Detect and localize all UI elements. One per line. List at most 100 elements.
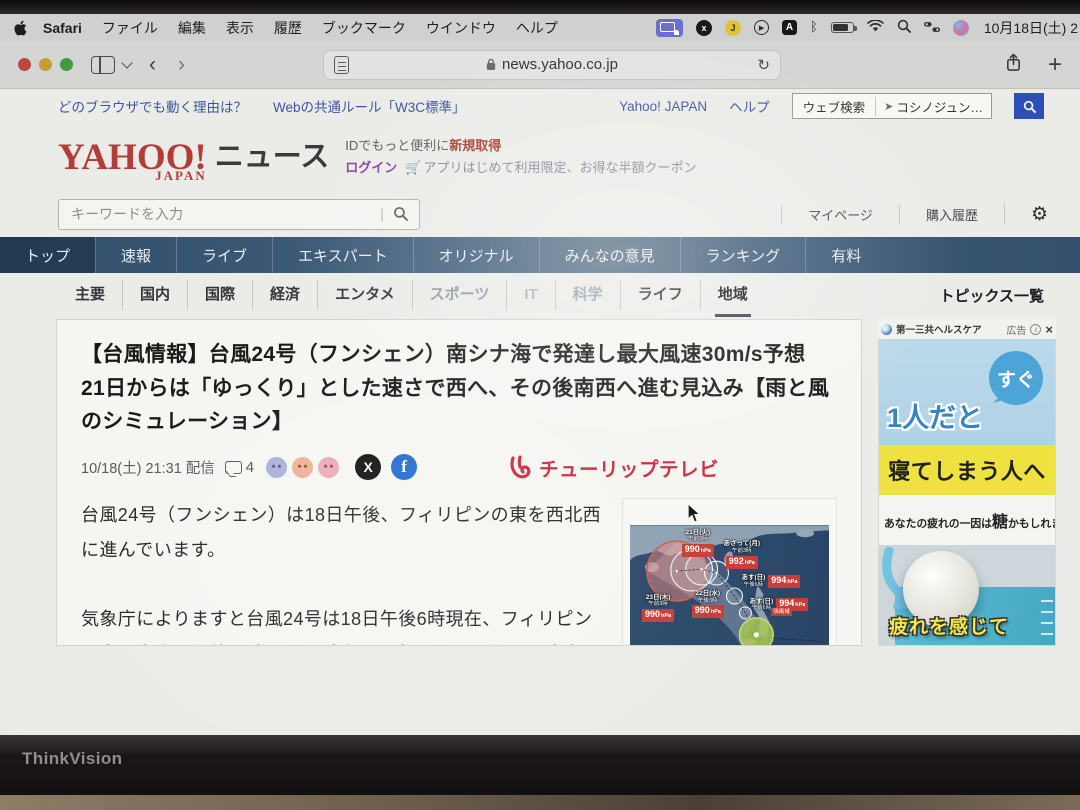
a-app-icon[interactable]: A xyxy=(782,20,797,35)
screen-mirroring-icon[interactable] xyxy=(656,19,683,37)
menu-item-bookmarks[interactable]: ブックマーク xyxy=(322,18,406,38)
category-science[interactable]: 科学 xyxy=(555,280,620,310)
control-center-icon[interactable] xyxy=(924,20,940,36)
new-tab-button[interactable]: + xyxy=(1048,51,1062,79)
j-app-icon[interactable]: J xyxy=(725,20,741,36)
typhoon-forecast-map: 21日(火)午前3時 990hPa あさって(月)午前3時 992hPa あす(… xyxy=(630,525,829,646)
menu-item-help[interactable]: ヘルプ xyxy=(516,18,558,38)
reload-icon[interactable]: ↻ xyxy=(757,56,770,74)
ad-speech-bubble: すぐ xyxy=(989,351,1043,405)
category-main[interactable]: 主要 xyxy=(58,280,122,310)
ad-headline-1: 1人だと xyxy=(887,396,983,435)
category-region[interactable]: 地域 xyxy=(700,280,765,310)
settings-gear-icon[interactable]: ⚙ xyxy=(1004,203,1056,225)
ad-sidebar: 第一三共ヘルスケア 広告 i × 1人だと すぐ 寝てしまう人へ あなたの疲れの… xyxy=(878,319,1056,646)
forward-button[interactable]: › xyxy=(178,53,185,77)
topics-list-link[interactable]: トピックス一覧 xyxy=(939,285,1044,306)
tab-paid[interactable]: 有料 xyxy=(805,237,886,273)
login-link[interactable]: ログイン xyxy=(345,160,397,175)
masthead: YAHOO! JAPAN ニュース IDでもっと便利に新規取得 ログイン🛒アプリ… xyxy=(0,123,1080,191)
url-text: news.yahoo.co.jp xyxy=(502,56,618,73)
mypage-link[interactable]: マイページ xyxy=(781,205,899,224)
menu-item-safari[interactable]: Safari xyxy=(43,20,82,36)
reaction-emoji-orange[interactable] xyxy=(292,457,313,478)
menu-item-window[interactable]: ウインドウ xyxy=(426,18,496,38)
mouse-cursor xyxy=(687,504,700,523)
trending-arrow-icon: ➤ xyxy=(884,100,893,113)
ad-close-icon[interactable]: × xyxy=(1045,323,1053,336)
article-date: 10/18(土) 21:31 配信 xyxy=(81,457,215,478)
battery-icon[interactable] xyxy=(831,22,854,33)
site-search-row: | マイページ 購入履歴 ⚙ xyxy=(0,191,1080,237)
sidebar-toggle-icon[interactable] xyxy=(91,56,115,74)
close-window-button[interactable] xyxy=(18,58,31,71)
yahoo-japan-link[interactable]: Yahoo! JAPAN xyxy=(619,99,707,114)
comment-count[interactable]: 4 xyxy=(225,459,254,476)
menu-item-file[interactable]: ファイル xyxy=(102,18,158,38)
yahoo-news-logo[interactable]: YAHOO! JAPAN ニュース xyxy=(58,133,329,181)
wifi-icon[interactable] xyxy=(867,20,884,36)
trending-query[interactable]: ➤ コシノジュン… xyxy=(876,97,991,116)
tab-original[interactable]: オリジナル xyxy=(413,237,539,273)
play-status-icon[interactable]: ▶ xyxy=(754,20,769,35)
ad-footer-text: 疲れを感じて xyxy=(889,612,1009,639)
web-search-button[interactable] xyxy=(1014,93,1044,119)
tab-expert[interactable]: エキスパート xyxy=(272,237,413,273)
help-link[interactable]: ヘルプ xyxy=(729,96,770,116)
category-sports[interactable]: スポーツ xyxy=(412,280,507,310)
back-button[interactable]: ‹ xyxy=(149,53,156,77)
category-entertainment[interactable]: エンタメ xyxy=(317,280,412,310)
apple-menu-icon[interactable] xyxy=(14,20,27,36)
minimize-window-button[interactable] xyxy=(39,58,52,71)
reaction-emoji-pink[interactable] xyxy=(318,457,339,478)
typhoon-map-image[interactable]: 21日(火)午前3時 990hPa あさって(月)午前3時 992hPa あす(… xyxy=(622,498,837,646)
share-facebook-button[interactable]: f xyxy=(391,454,417,480)
tab-live[interactable]: ライブ xyxy=(176,237,272,273)
yahoo-news-page: どのブラウザでも動く理由は？ Webの共通ルール「W3C標準」 Yahoo! J… xyxy=(0,89,1080,735)
forecast-label: 23日(木)午前3時 990hPa xyxy=(642,594,674,622)
coupon-link[interactable]: アプリはじめて利用限定、お得な半額クーポン xyxy=(423,160,696,175)
chevron-down-icon[interactable] xyxy=(121,57,132,68)
category-life[interactable]: ライフ xyxy=(620,280,700,310)
tab-top[interactable]: トップ xyxy=(0,237,95,273)
x-app-icon[interactable]: x xyxy=(696,20,712,36)
purchase-history-link[interactable]: 購入履歴 xyxy=(899,205,1004,224)
tab-opinions[interactable]: みんなの意見 xyxy=(539,237,680,273)
siri-icon[interactable] xyxy=(953,20,969,36)
zoom-window-button[interactable] xyxy=(60,58,73,71)
category-domestic[interactable]: 国内 xyxy=(122,280,187,310)
reaction-emoji-blue[interactable] xyxy=(266,457,287,478)
menu-bar-clock[interactable]: 10月18日(土) 2 xyxy=(984,18,1078,38)
share-icon[interactable] xyxy=(1005,52,1022,78)
monitor-bezel-bottom: ThinkVision xyxy=(0,735,1080,795)
tulip-tv-mark-icon xyxy=(508,454,534,480)
forecast-label: あす(日)午後6時 994hPa xyxy=(741,574,800,588)
web-search-box[interactable]: ウェブ検索 ➤ コシノジュン… xyxy=(792,93,992,119)
keyword-search-input[interactable] xyxy=(58,199,420,230)
signup-link[interactable]: 新規取得 xyxy=(449,138,501,153)
promo-question-link[interactable]: どのブラウザでも動く理由は？ xyxy=(58,96,247,116)
promo-rule-link[interactable]: Webの共通ルール「W3C標準」 xyxy=(273,96,466,116)
tab-flash[interactable]: 速報 xyxy=(95,237,176,273)
category-world[interactable]: 国際 xyxy=(187,280,252,310)
source-logo[interactable]: チューリップテレビ xyxy=(508,453,719,482)
bluetooth-icon[interactable]: ᛒ xyxy=(810,20,818,35)
search-icon[interactable] xyxy=(393,206,408,226)
menu-item-history[interactable]: 履歴 xyxy=(274,18,302,38)
ad-header: 第一三共ヘルスケア 広告 i × xyxy=(878,319,1056,339)
menu-item-edit[interactable]: 編集 xyxy=(178,18,206,38)
tab-ranking[interactable]: ランキング xyxy=(680,237,806,273)
web-search-label: ウェブ検索 xyxy=(793,97,877,116)
article-headline: 【台風情報】台風24号（フンシェン）南シナ海で発達し最大風速30m/s予想 21… xyxy=(81,338,837,439)
article-paragraph-1: 台風24号（フンシェン）は18日午後、フィリピンの東を西北西に進んでいます。 xyxy=(81,498,602,568)
ad-creative[interactable]: 1人だと すぐ 寝てしまう人へ あなたの疲れの一因は糖かもしれません。 xyxy=(878,339,1056,646)
category-economy[interactable]: 経済 xyxy=(252,280,317,310)
safari-toolbar: ‹ › news.yahoo.co.jp ↻ + xyxy=(0,41,1080,89)
spotlight-search-icon[interactable] xyxy=(897,19,911,36)
ad-info-icon[interactable]: i xyxy=(1030,324,1041,335)
category-it[interactable]: IT xyxy=(506,280,554,310)
forecast-label: 21日(火)午前3時 990hPa xyxy=(682,529,714,557)
address-bar[interactable]: news.yahoo.co.jp ↻ xyxy=(323,50,781,80)
share-x-button[interactable]: X xyxy=(355,454,381,480)
menu-item-view[interactable]: 表示 xyxy=(226,18,254,38)
